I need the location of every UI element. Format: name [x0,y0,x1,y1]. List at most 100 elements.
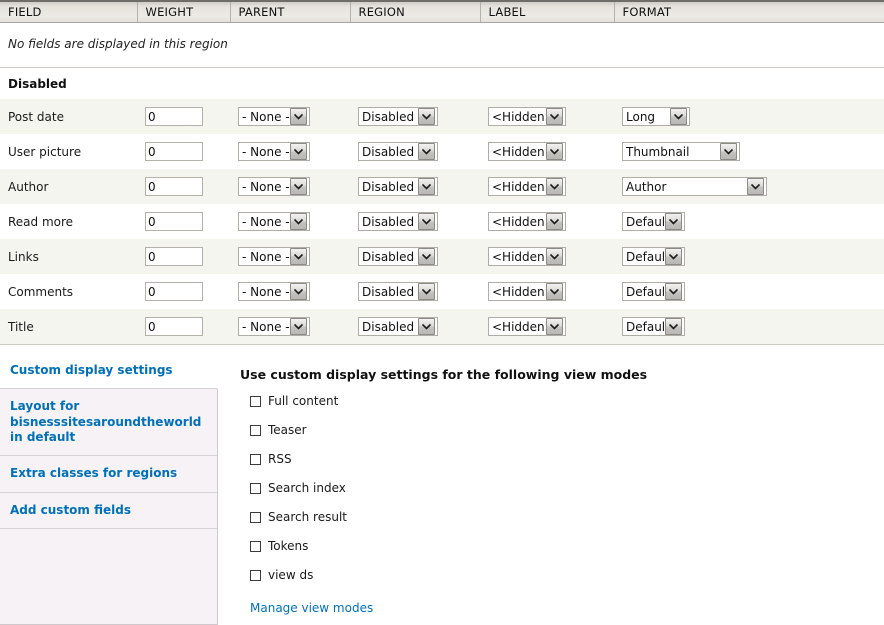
label-select[interactable]: <Hidden> [488,212,566,231]
view-mode-label[interactable]: Full content [268,394,338,408]
view-mode-checkbox[interactable] [250,511,261,523]
view-mode-checkbox[interactable] [250,540,261,552]
vertical-tab-custom-display-settings[interactable]: Custom display settings [0,353,218,390]
label-select[interactable]: <Hidden> [488,247,566,266]
parent-cell: - None - [230,169,350,204]
format-select[interactable]: Default [622,317,685,336]
chevron-down-icon [546,213,563,230]
select-value: <Hidden> [492,144,546,159]
view-mode-checkbox[interactable] [250,569,261,581]
field-name-cell: Read more [0,204,137,239]
chevron-down-icon [290,178,307,195]
table-row: User picture - None - Disabled <Hidden> Thum… [0,134,884,169]
list-item: Search result [250,510,884,524]
format-select[interactable]: Thumbnail [622,142,740,161]
region-select[interactable]: Disabled [358,212,438,231]
region-select[interactable]: Disabled [358,247,438,266]
parent-select[interactable]: - None - [238,142,310,161]
table-row: Title - None - Disabled <Hidden> Default [0,309,884,344]
region-select[interactable]: Disabled [358,282,438,301]
format-select[interactable]: Author [622,177,767,196]
column-header-parent: PARENT [230,0,351,23]
region-cell: Disabled [350,309,480,344]
select-value: - None - [242,249,290,264]
select-value: Default [626,249,665,264]
region-select[interactable]: Disabled [358,317,438,336]
table-row: Author - None - Disabled <Hidden> Author [0,169,884,204]
table-header-row: FIELD WEIGHT PARENT REGION LABEL FORMAT [0,0,884,23]
vertical-tab-extra-classes-for-regions[interactable]: Extra classes for regions [0,456,217,493]
select-value: Default [626,214,665,229]
region-select[interactable]: Disabled [358,107,438,126]
weight-input[interactable] [145,107,203,126]
list-item: Tokens [250,539,884,553]
format-select[interactable]: Default [622,282,685,301]
label-select[interactable]: <Hidden> [488,142,566,161]
view-mode-label[interactable]: Teaser [268,423,307,437]
pane-title: Use custom display settings for the foll… [240,367,648,382]
weight-input[interactable] [145,247,203,266]
select-value: - None - [242,109,290,124]
parent-select[interactable]: - None - [238,317,310,336]
column-header-region: REGION [350,0,481,23]
label-select[interactable]: <Hidden> [488,107,566,126]
format-cell: Long [614,99,884,134]
region-select[interactable]: Disabled [358,177,438,196]
manage-view-modes-link[interactable]: Manage view modes [250,601,373,615]
table-body: No fields are displayed in this region D… [0,22,884,344]
view-mode-label[interactable]: Search index [268,481,346,495]
parent-select[interactable]: - None - [238,247,310,266]
weight-input[interactable] [145,177,203,196]
label-select[interactable]: <Hidden> [488,282,566,301]
view-mode-checkbox[interactable] [250,424,261,436]
field-name-cell: Title [0,309,137,344]
chevron-down-icon [418,108,435,125]
select-value: <Hidden> [492,319,546,334]
select-value: Disabled [362,249,415,264]
region-group-label: Disabled [0,67,884,99]
vertical-tab-layout[interactable]: Layout for bisnesssitesaroundtheworld in… [0,389,217,457]
view-mode-label[interactable]: Search result [268,510,347,524]
parent-select[interactable]: - None - [238,282,310,301]
parent-select[interactable]: - None - [238,107,310,126]
weight-cell [137,134,230,169]
weight-input[interactable] [145,317,203,336]
region-select[interactable]: Disabled [358,142,438,161]
parent-select[interactable]: - None - [238,212,310,231]
label-select[interactable]: <Hidden> [488,177,566,196]
vertical-tab-add-custom-fields[interactable]: Add custom fields [0,493,217,530]
parent-select[interactable]: - None - [238,177,310,196]
select-value: Disabled [362,319,415,334]
parent-cell: - None - [230,134,350,169]
select-value: - None - [242,214,290,229]
weight-input[interactable] [145,282,203,301]
label-cell: <Hidden> [480,99,614,134]
chevron-down-icon [290,318,307,335]
weight-input[interactable] [145,212,203,231]
view-mode-label[interactable]: view ds [268,568,313,582]
field-name-cell: Links [0,239,137,274]
select-value: <Hidden> [492,249,546,264]
chevron-down-icon [546,318,563,335]
format-select[interactable]: Long [622,107,690,126]
view-mode-label[interactable]: Tokens [268,539,308,553]
empty-region-row: No fields are displayed in this region [0,22,884,68]
format-select[interactable]: Default [622,212,685,231]
label-cell: <Hidden> [480,134,614,169]
label-select[interactable]: <Hidden> [488,317,566,336]
weight-cell [137,309,230,344]
chevron-down-icon [546,283,563,300]
region-group-row-disabled: Disabled [0,67,884,99]
view-mode-label[interactable]: RSS [268,452,292,466]
view-mode-checkbox[interactable] [250,395,261,407]
region-cell: Disabled [350,274,480,309]
chevron-down-icon [546,248,563,265]
list-item: RSS [250,452,884,466]
view-mode-checkbox[interactable] [250,482,261,494]
chevron-down-icon [665,213,682,230]
format-select[interactable]: Default [622,247,685,266]
chevron-down-icon [418,178,435,195]
weight-input[interactable] [145,142,203,161]
view-mode-checkbox[interactable] [250,453,261,465]
select-value: Thumbnail [626,144,690,159]
